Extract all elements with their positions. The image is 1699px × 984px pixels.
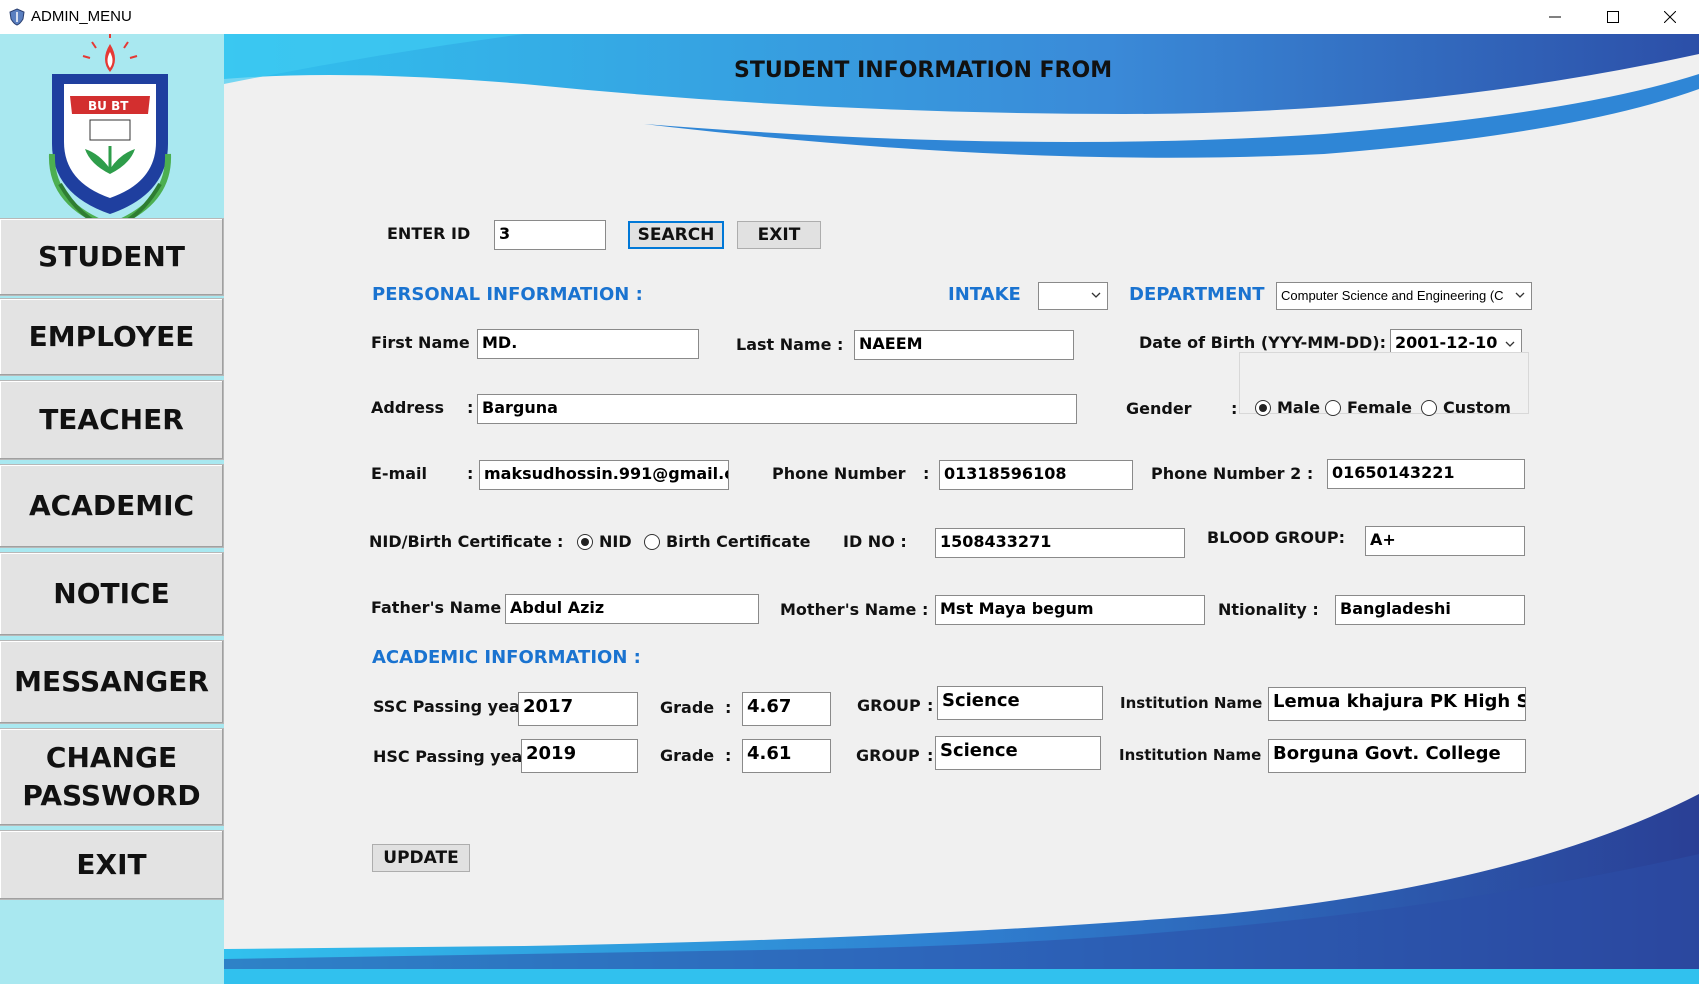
- chevron-down-icon: [1515, 292, 1525, 298]
- email-input[interactable]: maksudhossin.991@gmail.co: [479, 460, 729, 490]
- hsc-label: HSC Passing year: [373, 747, 531, 766]
- intake-select[interactable]: [1038, 282, 1108, 310]
- chevron-down-icon: [1505, 341, 1515, 347]
- background-waves: [224, 34, 1699, 984]
- phone-input[interactable]: 01318596108: [939, 460, 1133, 490]
- hsc-group-label: GROUP: [856, 746, 920, 765]
- ssc-grade-label: Grade: [660, 698, 715, 717]
- radio-icon: [644, 533, 660, 550]
- id-no-label: ID NO :: [843, 532, 907, 551]
- father-name-input[interactable]: Abdul Aziz: [505, 594, 759, 624]
- university-logo: BU BT: [48, 34, 172, 232]
- address-colon: :: [467, 398, 474, 417]
- sidebar-item-messanger[interactable]: MESSANGER: [0, 640, 224, 724]
- address-label: Address: [371, 398, 445, 417]
- ssc-grade-colon: :: [725, 698, 732, 717]
- ssc-institution-label: Institution Name :: [1120, 694, 1274, 712]
- radio-icon: [1255, 399, 1271, 416]
- birth-certificate-radio[interactable]: Birth Certificate: [644, 532, 810, 551]
- radio-icon: [577, 533, 593, 550]
- blood-group-label: BLOOD GROUP:: [1207, 528, 1346, 547]
- id-input[interactable]: 3: [494, 220, 606, 250]
- ssc-group-label: GROUP: [857, 696, 921, 715]
- first-name-label: First Name :: [371, 333, 482, 352]
- logo-letters: BU BT: [88, 99, 129, 113]
- nationality-input[interactable]: Bangladeshi: [1335, 595, 1525, 625]
- phone2-label: Phone Number 2 :: [1151, 464, 1314, 483]
- hsc-group-input[interactable]: Science: [935, 736, 1101, 770]
- close-button[interactable]: [1641, 0, 1699, 34]
- hsc-institution-label: Institution Name :: [1119, 746, 1273, 764]
- intake-label: INTAKE: [948, 284, 1021, 305]
- hsc-year-input[interactable]: 2019: [521, 739, 638, 773]
- enter-id-label: ENTER ID: [387, 224, 471, 243]
- email-colon: :: [467, 464, 474, 483]
- ssc-institution-input[interactable]: Lemua khajura PK High Sc: [1268, 687, 1526, 721]
- sidebar-item-change-password[interactable]: CHANGE PASSWORD: [0, 728, 224, 826]
- personal-info-heading: PERSONAL INFORMATION :: [372, 284, 643, 305]
- department-select[interactable]: Computer Science and Engineering (C: [1276, 282, 1532, 310]
- search-button[interactable]: SEARCH: [628, 221, 724, 249]
- last-name-input[interactable]: NAEEM: [854, 330, 1074, 360]
- sidebar-item-exit[interactable]: EXIT: [0, 830, 224, 900]
- email-label: E-mail: [371, 464, 428, 483]
- minimize-button[interactable]: [1526, 0, 1584, 34]
- title-bar: ADMIN_MENU: [0, 0, 1699, 34]
- mother-name-label: Mother's Name :: [780, 600, 929, 619]
- ssc-grade-input[interactable]: 4.67: [742, 692, 831, 726]
- phone2-input[interactable]: 01650143221: [1327, 459, 1525, 489]
- blood-group-input[interactable]: A+: [1365, 526, 1525, 556]
- hsc-grade-label: Grade: [660, 746, 715, 765]
- maximize-button[interactable]: [1584, 0, 1642, 34]
- gender-custom-radio[interactable]: Custom: [1421, 398, 1511, 417]
- radio-icon: [1325, 399, 1341, 416]
- phone-colon: :: [923, 464, 930, 483]
- gender-female-radio[interactable]: Female: [1325, 398, 1412, 417]
- chevron-down-icon: [1091, 292, 1101, 298]
- nid-radio[interactable]: NID: [577, 532, 632, 551]
- id-no-input[interactable]: 1508433271: [935, 528, 1185, 558]
- nationality-label: Ntionality :: [1218, 600, 1319, 619]
- exit-button[interactable]: EXIT: [737, 221, 821, 249]
- dob-label: Date of Birth (YYY-MM-DD):: [1139, 333, 1386, 352]
- hsc-group-colon: :: [927, 746, 934, 765]
- mother-name-input[interactable]: Mst Maya begum: [935, 595, 1205, 625]
- phone-label: Phone Number: [772, 464, 906, 483]
- sidebar-item-student[interactable]: STUDENT: [0, 218, 224, 296]
- sidebar-item-notice[interactable]: NOTICE: [0, 552, 224, 636]
- first-name-input[interactable]: MD.: [477, 329, 699, 359]
- address-input[interactable]: Barguna: [477, 394, 1077, 424]
- sidebar-item-employee[interactable]: EMPLOYEE: [0, 298, 224, 376]
- radio-icon: [1421, 399, 1437, 416]
- department-label: DEPARTMENT: [1129, 284, 1265, 305]
- main-panel: STUDENT INFORMATION FROM ENTER ID 3 SEAR…: [224, 34, 1699, 984]
- sidebar: BU BT STUDENT EMPLOYEE TEACHER ACADEMIC …: [0, 34, 224, 984]
- academic-info-heading: ACADEMIC INFORMATION :: [372, 647, 641, 668]
- hsc-institution-input[interactable]: Borguna Govt. College: [1268, 739, 1526, 773]
- gender-label: Gender: [1126, 399, 1192, 418]
- last-name-label: Last Name :: [736, 335, 844, 354]
- page-title: STUDENT INFORMATION FROM: [734, 58, 1113, 83]
- sidebar-item-academic[interactable]: ACADEMIC: [0, 464, 224, 548]
- window-title: ADMIN_MENU: [31, 8, 132, 25]
- ssc-label: SSC Passing year: [373, 697, 528, 716]
- hsc-grade-colon: :: [725, 746, 732, 765]
- father-name-label: Father's Name :: [371, 598, 514, 617]
- ssc-group-colon: :: [927, 696, 934, 715]
- ssc-year-input[interactable]: 2017: [518, 692, 638, 726]
- nid-label: NID/Birth Certificate: [369, 532, 552, 551]
- gender-male-radio[interactable]: Male: [1255, 398, 1320, 417]
- minimize-icon: [1549, 16, 1561, 18]
- sidebar-item-teacher[interactable]: TEACHER: [0, 380, 224, 460]
- hsc-grade-input[interactable]: 4.61: [742, 739, 831, 773]
- close-icon: [1664, 11, 1676, 23]
- ssc-group-input[interactable]: Science: [937, 686, 1103, 720]
- update-button[interactable]: UPDATE: [372, 844, 470, 872]
- gender-colon: :: [1231, 399, 1238, 418]
- maximize-icon: [1607, 11, 1619, 23]
- nid-colon: :: [557, 532, 564, 551]
- app-icon: [9, 8, 25, 26]
- flame-icon: [82, 34, 138, 72]
